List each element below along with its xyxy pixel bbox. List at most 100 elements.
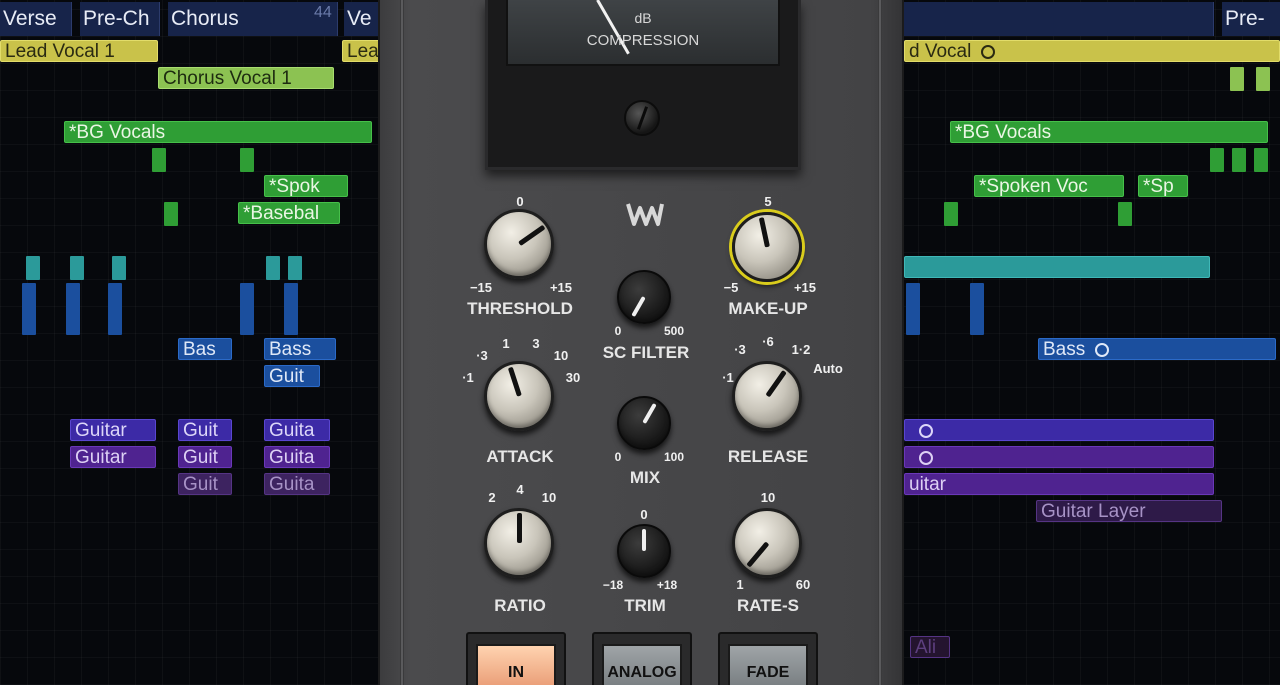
region-teal-track[interactable]	[904, 256, 1210, 278]
compressor-plugin-window: dB COMPRESSION 0 −15 +15 THRESHOLD 5 −5 …	[378, 0, 904, 685]
ratio-tick-2: 2	[488, 490, 496, 505]
ratio-tick-10: 10	[541, 490, 557, 505]
midi-block[interactable]	[240, 148, 254, 172]
trim-label: TRIM	[624, 596, 666, 615]
region-guitar-a[interactable]: Guitar	[70, 419, 156, 441]
region-guitar-b[interactable]: Guitar	[70, 446, 156, 468]
midi-block[interactable]	[1254, 148, 1268, 172]
knob-pointer	[758, 217, 770, 248]
threshold-label: THRESHOLD	[467, 299, 573, 318]
makeup-knob[interactable]	[732, 212, 802, 282]
midi-block[interactable]	[1232, 148, 1246, 172]
meter-zero-screw[interactable]	[624, 100, 660, 136]
marker-pre-chorus[interactable]: Pre-Ch	[80, 2, 160, 36]
region-guitar-a2[interactable]: Guit	[178, 419, 232, 441]
sc-filter-knob[interactable]	[617, 270, 671, 324]
region-lead-vocal-1[interactable]: Lead Vocal 1	[0, 40, 158, 62]
fade-button-label: FADE	[728, 644, 808, 685]
mix-knob[interactable]	[617, 396, 671, 450]
midi-block[interactable]	[1230, 67, 1244, 91]
region-label: d Vocal	[909, 41, 972, 62]
in-button[interactable]: IN	[466, 632, 566, 685]
midi-block[interactable]	[284, 283, 298, 335]
waves-logo-icon	[626, 203, 664, 226]
trim-top-tick: 0	[640, 507, 648, 522]
region-spoken-voc[interactable]: *Spoken Voc	[974, 175, 1124, 197]
attack-knob[interactable]	[484, 361, 554, 431]
region-spoken-2[interactable]: *Sp	[1138, 175, 1188, 197]
midi-block[interactable]	[240, 283, 254, 335]
midi-block[interactable]	[66, 283, 80, 335]
midi-block[interactable]	[970, 283, 984, 335]
release-tick-12: 1·2	[791, 342, 811, 357]
knob-pointer	[517, 224, 546, 247]
region-lead-vocal-2[interactable]: Lea	[342, 40, 382, 62]
region-bass-1[interactable]: Bas	[178, 338, 232, 360]
region-spoken[interactable]: *Spok	[264, 175, 348, 197]
region-bass-right[interactable]: Bass	[1038, 338, 1276, 360]
midi-block[interactable]	[1210, 148, 1224, 172]
knob-pointer	[642, 402, 657, 424]
midi-block[interactable]	[26, 256, 40, 280]
mix-label: MIX	[629, 468, 661, 487]
midi-block[interactable]	[944, 202, 958, 226]
makeup-top-tick: 5	[764, 194, 772, 209]
analog-button[interactable]: ANALOG	[592, 632, 692, 685]
region-bass-2[interactable]: Bass	[264, 338, 336, 360]
region-guitar-a3[interactable]: Guita	[264, 419, 330, 441]
marker-verse[interactable]: Verse	[0, 2, 72, 36]
region-guitar-layer[interactable]: Guitar Layer	[1036, 500, 1222, 522]
region-bg-vocals[interactable]: *BG Vocals	[64, 121, 372, 143]
release-knob[interactable]	[732, 361, 802, 431]
makeup-min: −5	[723, 280, 739, 295]
region-guitar-c3[interactable]: Guita	[264, 473, 330, 495]
ratio-label: RATIO	[494, 596, 546, 615]
midi-block[interactable]	[1118, 202, 1132, 226]
region-bg-vocals-right[interactable]: *BG Vocals	[950, 121, 1268, 143]
marker-chorus[interactable]: Chorus	[168, 2, 338, 36]
loop-icon	[919, 423, 933, 438]
region-guitar-blue[interactable]: Guit	[264, 365, 320, 387]
midi-block[interactable]	[1256, 67, 1270, 91]
region-lead-vocal-right[interactable]: d Vocal	[904, 40, 1280, 62]
midi-block[interactable]	[266, 256, 280, 280]
midi-block[interactable]	[288, 256, 302, 280]
analog-button-label: ANALOG	[602, 644, 682, 685]
region-guitar-right-a[interactable]	[904, 419, 1214, 441]
threshold-knob[interactable]	[484, 209, 554, 279]
fade-button[interactable]: FADE	[718, 632, 818, 685]
region-ali[interactable]: Ali	[910, 636, 950, 658]
makeup-label: MAKE-UP	[728, 299, 808, 318]
marker-chorus-right	[904, 2, 1214, 36]
rate-s-label: RATE-S	[736, 596, 799, 615]
attack-tick-3: ·3	[476, 348, 488, 363]
loop-icon	[1095, 342, 1110, 357]
ratio-knob[interactable]	[484, 508, 554, 578]
midi-block[interactable]	[112, 256, 126, 280]
screen: Verse Pre-Ch Chorus 44 Ve Pre- Lead Voca…	[0, 0, 1280, 685]
rate-s-knob[interactable]	[732, 508, 802, 578]
attack-label: ATTACK	[486, 447, 554, 466]
midi-block[interactable]	[70, 256, 84, 280]
midi-block[interactable]	[164, 202, 178, 226]
region-guitar-right-c[interactable]: uitar	[904, 473, 1214, 495]
region-baseball[interactable]: *Basebal	[238, 202, 340, 224]
midi-block[interactable]	[152, 148, 166, 172]
marker-number: 44	[314, 4, 332, 21]
loop-icon	[981, 44, 996, 59]
midi-block[interactable]	[906, 283, 920, 335]
region-chorus-vocal-1[interactable]: Chorus Vocal 1	[158, 67, 334, 89]
attack-tick-10: 10	[553, 348, 569, 363]
trim-knob[interactable]	[617, 524, 671, 578]
meter-unit: dB	[634, 10, 652, 26]
midi-block[interactable]	[108, 283, 122, 335]
attack-tick-30: 30	[565, 370, 581, 385]
region-guitar-b2[interactable]: Guit	[178, 446, 232, 468]
region-guitar-c2[interactable]: Guit	[178, 473, 232, 495]
knob-pointer	[642, 529, 646, 551]
region-guitar-b3[interactable]: Guita	[264, 446, 330, 468]
marker-pre-chorus-2[interactable]: Pre-	[1222, 2, 1280, 36]
rate-s-min: 1	[736, 577, 744, 592]
region-guitar-right-b[interactable]	[904, 446, 1214, 468]
midi-block[interactable]	[22, 283, 36, 335]
